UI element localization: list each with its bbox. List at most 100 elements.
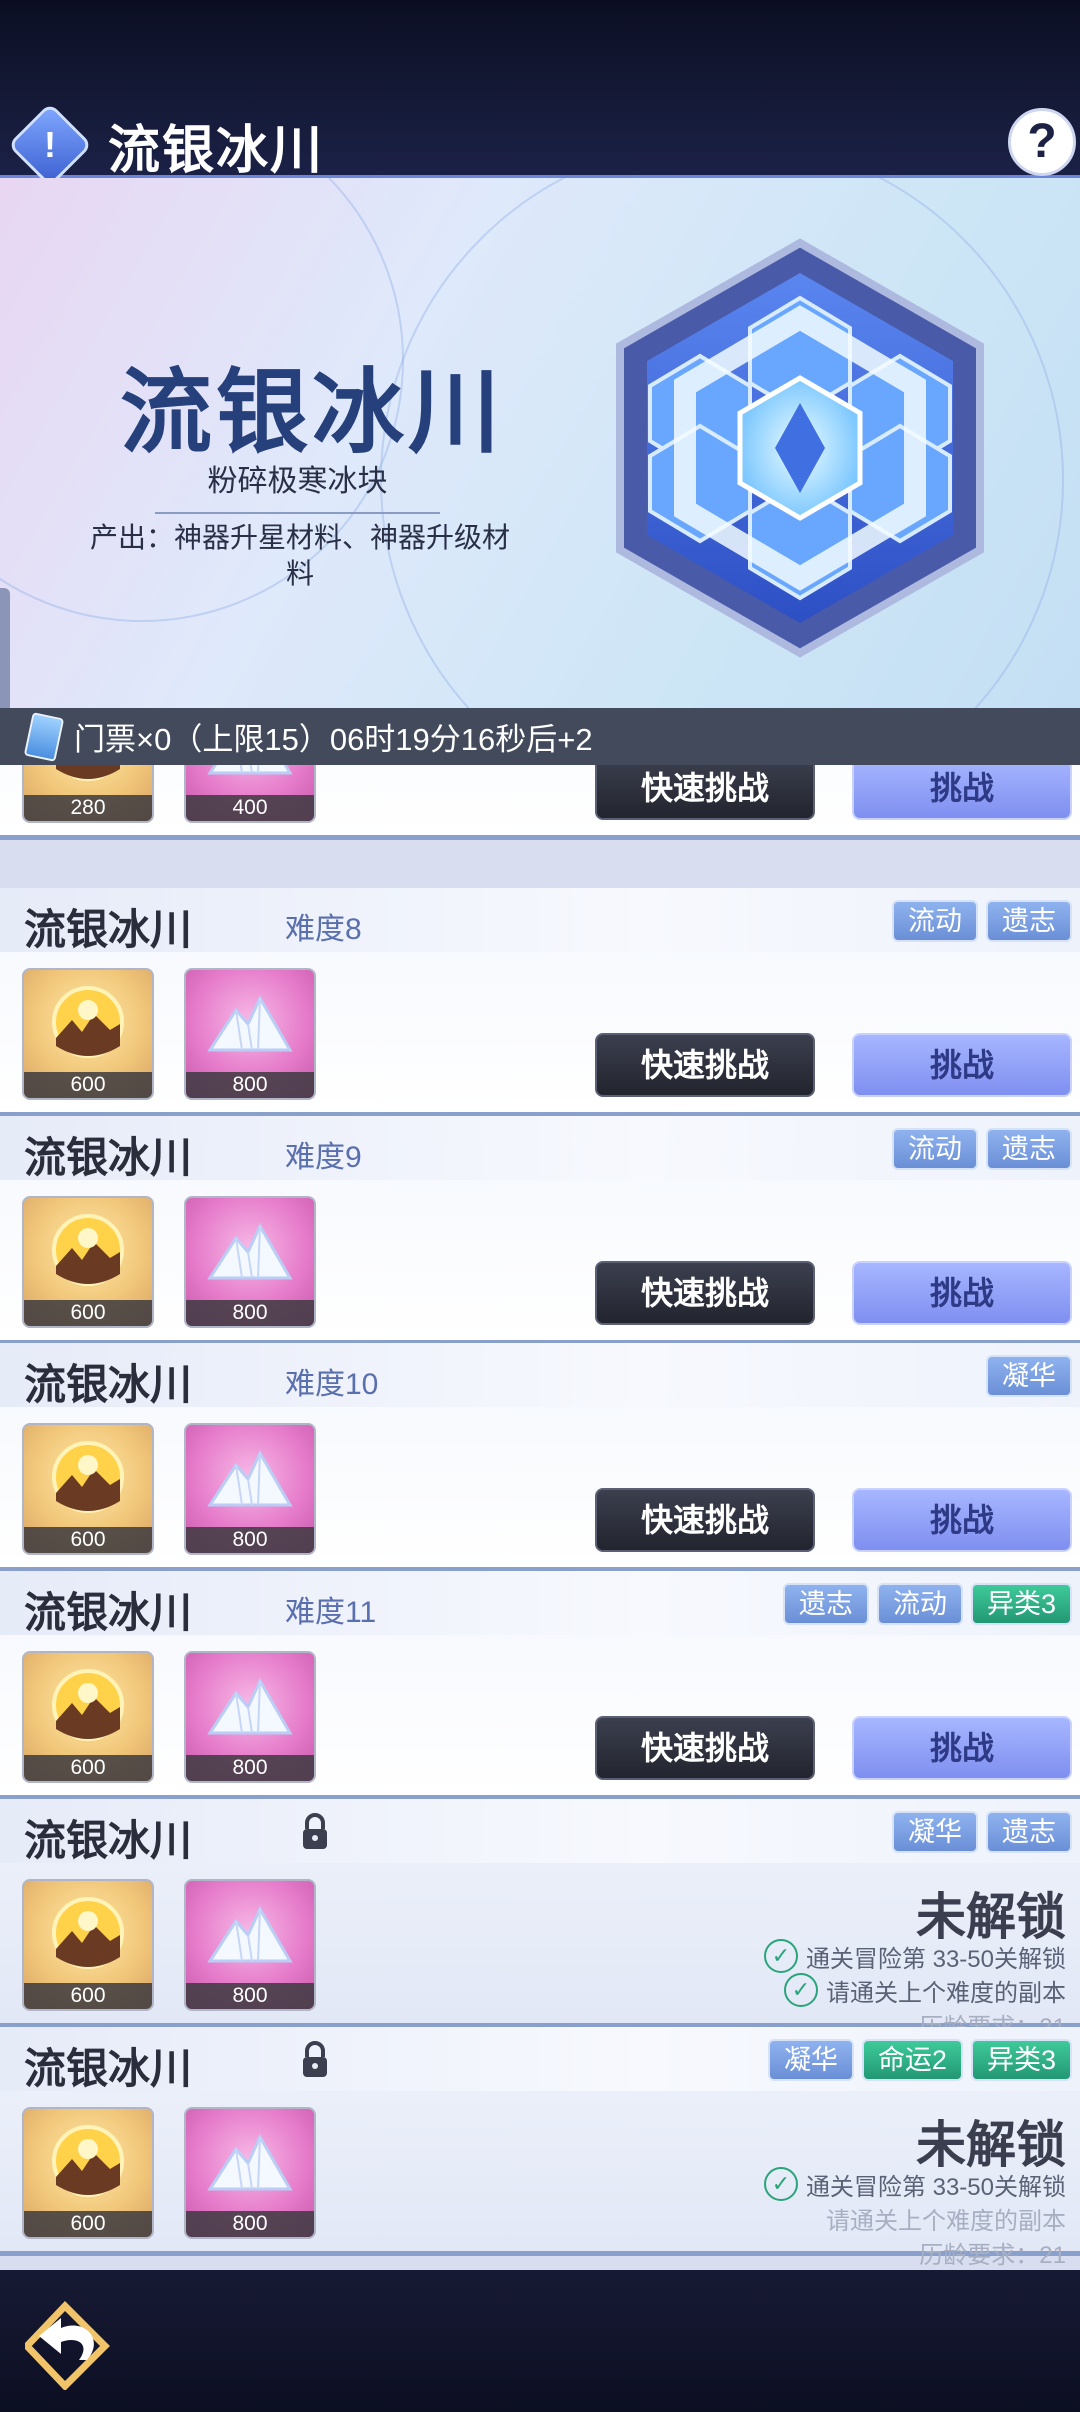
unlock-condition-text: 通关冒险第 33-50关解锁 — [805, 2173, 1066, 2201]
unlock-condition: ✓ 通关冒险第 33-50关解锁 — [763, 2167, 1066, 2202]
unlock-condition: 历龄要求：21 — [919, 2235, 1066, 2270]
ice-crystal-icon[interactable]: 400 — [184, 765, 316, 824]
modifier-tag[interactable]: 异类3 — [970, 1583, 1072, 1626]
modifier-tag[interactable]: 遗志 — [986, 1810, 1072, 1853]
modifier-tag[interactable]: 凝华 — [767, 2038, 854, 2081]
card-header: 流银冰川 难度9 流动 遗志 — [0, 1115, 1080, 1182]
unlock-condition: 请通关上个难度的副本 — [826, 2201, 1066, 2236]
card-header: 流银冰川 凝华 遗志 — [0, 1798, 1080, 1865]
ice-crystal-icon[interactable]: 800 — [184, 1423, 316, 1556]
modifier-tag[interactable]: 凝华 — [986, 1355, 1072, 1398]
card-header: 流银冰川 难度11 遗志 流动 异类3 — [0, 1571, 1080, 1637]
gold-orb-icon[interactable]: 600 — [22, 968, 154, 1101]
reward-quantity: 600 — [24, 1527, 152, 1554]
difficulty-label: 难度9 — [285, 1140, 362, 1174]
difficulty-card[interactable]: 流银冰川 难度10 凝华 600 800 快速挑战 挑战 — [0, 1343, 1080, 1573]
tag-group: 凝华 命运2 异类3 — [767, 2038, 1072, 2081]
reward-quantity: 800 — [186, 1072, 314, 1099]
gold-orb-icon[interactable]: 600 — [22, 1195, 154, 1328]
banner-subtitle: 粉碎极寒冰块 — [155, 456, 440, 514]
challenge-button[interactable]: 挑战 — [852, 1488, 1072, 1553]
modifier-tag[interactable]: 遗志 — [986, 900, 1072, 943]
modifier-tag[interactable]: 遗志 — [782, 1583, 869, 1626]
modifier-tag[interactable]: 命运2 — [861, 2038, 963, 2081]
card-title: 流银冰川 — [24, 905, 193, 955]
difficulty-list[interactable]: 280 400 快速挑战 挑战 流银冰川 难度8 流动 遗志 600 800 快速挑战 挑战 流银冰川难… — [0, 765, 1080, 2270]
ice-crystal-icon[interactable]: 800 — [184, 1878, 316, 2011]
card-title: 流银冰川 — [24, 1360, 193, 1410]
gold-orb-icon[interactable]: 600 — [22, 1651, 154, 1784]
card-title: 流银冰川 — [24, 1815, 193, 1865]
reward-quantity: 600 — [24, 1072, 152, 1099]
card-header: 流银冰川 难度10 凝华 — [0, 1343, 1080, 1409]
modifier-tag[interactable]: 异类3 — [970, 2038, 1072, 2081]
gold-orb-icon[interactable]: 600 — [22, 2106, 154, 2239]
modifier-tag[interactable]: 凝华 — [892, 1810, 978, 1853]
top-bar: ! 流银冰川 ? — [0, 0, 1080, 188]
difficulty-card[interactable]: 流银冰川 难度9 流动 遗志 600 800 快速挑战 挑战 — [0, 1115, 1080, 1345]
difficulty-label: 难度8 — [285, 913, 362, 947]
reward-quantity: 400 — [186, 795, 314, 822]
modifier-tag[interactable]: 遗志 — [986, 1127, 1072, 1170]
info-icon[interactable]: ! — [7, 102, 93, 188]
modifier-tag[interactable]: 流动 — [892, 900, 978, 943]
unlock-condition-text: 请通关上个难度的副本 — [826, 2207, 1066, 2235]
tag-group: 凝华 — [986, 1355, 1072, 1398]
challenge-button[interactable]: 挑战 — [852, 1260, 1072, 1325]
back-arrow-icon[interactable] — [25, 2300, 121, 2390]
lock-icon — [300, 1812, 330, 1851]
check-icon: ✓ — [784, 1973, 818, 2008]
challenge-button[interactable]: 挑战 — [852, 1716, 1072, 1781]
reward-quantity: 800 — [186, 1299, 314, 1326]
gold-orb-icon[interactable]: 280 — [22, 765, 154, 824]
ticket-text: 门票×0（上限15）06时19分16秒后+2 — [74, 722, 593, 757]
reward-quantity: 600 — [24, 2210, 152, 2237]
unlock-condition: ✓ 请通关上个难度的副本 — [784, 1973, 1066, 2008]
gold-orb-icon[interactable]: 600 — [22, 1878, 154, 2011]
unlock-condition-text: 通关冒险第 33-50关解锁 — [805, 1945, 1066, 1973]
banner-title: 流银冰川 — [120, 359, 505, 466]
page-title: 流银冰川 — [108, 121, 325, 181]
help-icon[interactable]: ? — [1008, 108, 1076, 176]
modifier-tag[interactable]: 流动 — [892, 1127, 978, 1170]
unlock-condition: ✓ 通关冒险第 33-50关解锁 — [763, 1939, 1066, 1974]
ticket-bar: 门票×0（上限15）06时19分16秒后+2 — [0, 708, 1080, 765]
quick-challenge-button[interactable]: 快速挑战 — [595, 1260, 815, 1325]
reward-quantity: 600 — [24, 1299, 152, 1326]
check-icon: ✓ — [763, 1939, 798, 1974]
quick-challenge-button[interactable]: 快速挑战 — [595, 1488, 815, 1553]
difficulty-card[interactable]: 流银冰川 凝华 遗志 600 800 未解锁 ✓ 通关冒险第 33-50关解锁 ✓ 请通关上个难度… — [0, 1798, 1080, 2041]
card-title: 流银冰川 — [24, 1588, 193, 1638]
ice-crystal-icon[interactable]: 800 — [184, 2106, 316, 2239]
reward-quantity: 600 — [24, 1755, 152, 1782]
reward-quantity: 280 — [24, 795, 152, 822]
reward-quantity: 800 — [186, 1982, 314, 2009]
quick-challenge-button[interactable]: 快速挑战 — [595, 1716, 815, 1781]
difficulty-card[interactable]: 280 400 快速挑战 挑战 — [0, 765, 1080, 841]
difficulty-card[interactable]: 流银冰川 难度11 遗志 流动 异类3 600 800 快速挑战 挑战 — [0, 1571, 1080, 1801]
quick-challenge-button[interactable]: 快速挑战 — [595, 765, 815, 821]
quick-challenge-button[interactable]: 快速挑战 — [595, 1033, 815, 1098]
gold-orb-icon[interactable]: 600 — [22, 1423, 154, 1556]
info-glyph: ! — [44, 124, 56, 165]
reward-quantity: 600 — [24, 1982, 152, 2009]
challenge-button[interactable]: 挑战 — [852, 1033, 1072, 1098]
reward-quantity: 800 — [186, 2210, 314, 2237]
modifier-tag[interactable]: 流动 — [876, 1583, 963, 1626]
challenge-button[interactable]: 挑战 — [852, 765, 1072, 821]
difficulty-card[interactable]: 流银冰川 难度8 流动 遗志 600 800 快速挑战 挑战 — [0, 888, 1080, 1118]
ice-crystal-icon[interactable]: 800 — [184, 1651, 316, 1784]
ice-crystal-icon[interactable]: 800 — [184, 1195, 316, 1328]
reward-quantity: 800 — [186, 1755, 314, 1782]
tag-group: 遗志 流动 异类3 — [782, 1583, 1072, 1626]
snowflake-emblem-icon — [616, 238, 984, 658]
unlock-condition-text: 历龄要求：21 — [919, 2241, 1066, 2269]
ticket-icon — [23, 711, 65, 762]
ice-crystal-icon[interactable]: 800 — [184, 968, 316, 1101]
side-tab[interactable] — [0, 588, 10, 708]
tag-group: 流动 遗志 — [892, 1127, 1072, 1170]
difficulty-label: 难度11 — [285, 1596, 377, 1630]
difficulty-card[interactable]: 流银冰川 凝华 命运2 异类3 600 800 未解锁 ✓ 通关冒险第 33-50关解锁 请通关上… — [0, 2026, 1080, 2269]
check-icon: ✓ — [763, 2167, 798, 2202]
tag-group: 凝华 遗志 — [892, 1810, 1072, 1853]
